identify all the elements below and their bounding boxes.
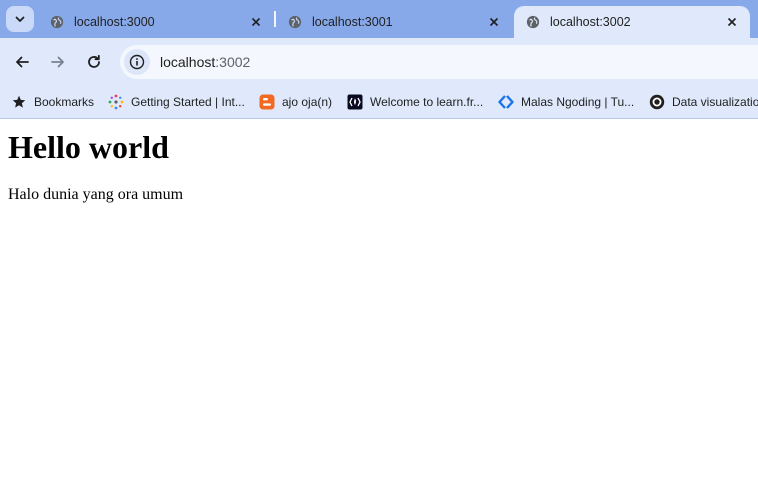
forward-button[interactable] [46,50,70,74]
globe-icon [50,15,64,29]
back-arrow-icon [16,56,29,68]
close-tab-icon[interactable] [724,14,740,30]
tab-title: localhost:3001 [312,15,393,29]
bookmark-freecodecamp[interactable]: Welcome to learn.fr... [347,90,483,114]
globe-icon [288,15,302,29]
tab-search-button[interactable] [6,6,34,32]
site-info-button[interactable] [124,49,150,75]
back-button[interactable] [10,50,34,74]
observable-icon [649,94,665,110]
blogger-icon [259,94,275,110]
bookmark-ajo-oja[interactable]: ajo oja(n) [259,90,332,114]
reload-button[interactable] [82,50,106,74]
bookmark-label: ajo oja(n) [282,95,333,109]
forward-arrow-icon [51,56,64,68]
tab-title: localhost:3000 [74,15,155,29]
bookmark-data-visualization[interactable]: Data visualization [649,90,758,114]
info-icon [129,54,145,70]
bookmark-label: Getting Started | Int... [131,95,245,109]
page-paragraph: Halo dunia yang ora umum [8,186,184,203]
sparkle-icon [108,94,124,110]
url-host: localhost [160,54,216,70]
tab-localhost-3000[interactable]: localhost:3000 [38,6,274,38]
globe-icon [526,15,540,29]
close-tab-icon[interactable] [248,14,264,30]
browser-toolbar: localhost:3002 [0,38,758,86]
bookmark-label: Bookmarks [34,95,95,109]
page-content: Hello world Halo dunia yang ora umum [0,119,758,492]
page-heading: Hello world [8,129,169,165]
bookmarks-folder[interactable]: Bookmarks [11,90,94,114]
tab-localhost-3001[interactable]: localhost:3001 [276,6,512,38]
address-url[interactable]: localhost:3002 [160,54,250,70]
freecodecamp-icon [347,94,363,110]
address-bar[interactable]: localhost:3002 [120,45,758,79]
tab-strip: localhost:3000 localhost:3001 localhost:… [0,0,758,38]
bookmark-label: Malas Ngoding | Tu... [521,95,635,109]
diamond-arrows-icon [498,94,514,110]
reload-icon [88,54,100,68]
star-icon [11,94,27,110]
bookmark-getting-started[interactable]: Getting Started | Int... [108,90,245,114]
bookmarks-bar: Bookmarks Getting Started | Int... ajo o… [0,86,758,119]
bookmark-malas-ngoding[interactable]: Malas Ngoding | Tu... [498,90,634,114]
url-port: :3002 [215,54,251,70]
chevron-down-icon [15,16,25,22]
bookmark-label: Welcome to learn.fr... [370,95,484,109]
tab-localhost-3002[interactable]: localhost:3002 [514,6,750,38]
bookmark-label: Data visualization [672,95,758,109]
close-tab-icon[interactable] [486,14,502,30]
tab-title: localhost:3002 [550,15,631,29]
